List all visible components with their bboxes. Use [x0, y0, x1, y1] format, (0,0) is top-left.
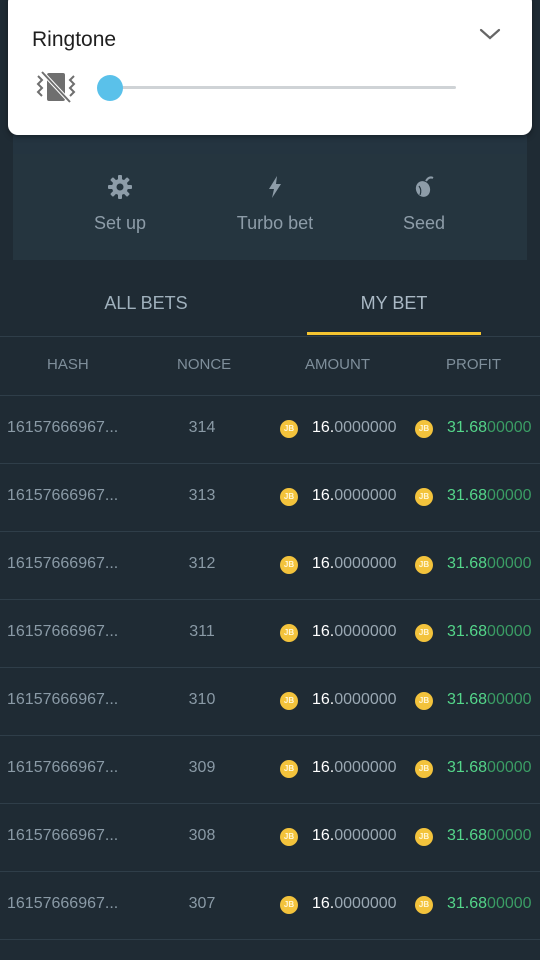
row-profit: 31.6800000 [447, 419, 532, 436]
table-row[interactable]: 16157666967... 308 JB 16.0000000 JB 31.6… [0, 804, 540, 872]
row-profit: 31.6800000 [447, 623, 532, 640]
table-row[interactable]: 16157666967... 307 JB 16.0000000 JB 31.6… [0, 872, 540, 940]
vibrate-mute-icon[interactable] [36, 70, 76, 104]
row-hash: 16157666967... [7, 555, 119, 572]
lightning-icon [269, 176, 281, 198]
row-nonce: 311 [189, 623, 215, 640]
row-hash: 16157666967... [7, 895, 119, 912]
row-profit: 31.6800000 [447, 691, 532, 708]
header-profit: PROFIT [446, 356, 501, 373]
table-row[interactable]: 16157666967... 309 JB 16.0000000 JB 31.6… [0, 736, 540, 804]
row-amount: 16.0000000 [312, 555, 397, 572]
row-nonce: 309 [188, 759, 216, 776]
coin-icon: JB [415, 624, 433, 642]
coin-icon: JB [415, 760, 433, 778]
turbo-bet-label: Turbo bet [236, 213, 314, 233]
table-row[interactable]: 16157666967... 313 JB 16.0000000 JB 31.6… [0, 464, 540, 532]
setup-button[interactable]: Set up [60, 154, 180, 260]
row-profit: 31.6800000 [447, 827, 532, 844]
row-amount: 16.0000000 [312, 487, 397, 504]
coin-icon: JB [280, 488, 298, 506]
chevron-down-icon[interactable] [478, 26, 502, 42]
row-nonce: 313 [188, 487, 216, 504]
volume-slider-track[interactable] [110, 86, 456, 89]
row-nonce: 310 [188, 691, 216, 708]
row-amount: 16.0000000 [312, 827, 397, 844]
table-row[interactable]: 16157666967... 312 JB 16.0000000 JB 31.6… [0, 532, 540, 600]
row-amount: 16.0000000 [312, 419, 397, 436]
row-nonce: 308 [188, 827, 216, 844]
row-hash: 16157666967... [7, 487, 119, 504]
bets-tabs: ALL BETS MY BET [0, 272, 540, 337]
coin-icon: JB [415, 488, 433, 506]
row-profit: 31.6800000 [447, 487, 532, 504]
row-nonce: 312 [188, 555, 216, 572]
row-amount: 16.0000000 [312, 623, 397, 640]
row-profit: 31.6800000 [447, 759, 532, 776]
coin-icon: JB [280, 760, 298, 778]
coin-icon: JB [280, 624, 298, 642]
row-amount: 16.0000000 [312, 895, 397, 912]
volume-slider-knob[interactable] [97, 75, 123, 101]
seed-icon [415, 176, 434, 197]
row-nonce: 307 [188, 895, 216, 912]
table-header: HASH NONCE AMOUNT PROFIT [0, 336, 540, 396]
gear-icon [108, 175, 132, 199]
row-hash: 16157666967... [7, 419, 119, 436]
table-row[interactable]: 16157666967... 310 JB 16.0000000 JB 31.6… [0, 668, 540, 736]
table-row[interactable]: 16157666967... 311 JB 16.0000000 JB 31.6… [0, 600, 540, 668]
row-hash: 16157666967... [7, 623, 119, 640]
actions-panel: Set up Turbo bet Seed [13, 154, 527, 260]
coin-icon: JB [415, 556, 433, 574]
header-nonce: NONCE [177, 356, 232, 373]
seed-button[interactable]: Seed [364, 154, 484, 260]
header-hash: HASH [47, 356, 89, 373]
coin-icon: JB [280, 692, 298, 710]
coin-icon: JB [415, 896, 433, 914]
coin-icon: JB [280, 896, 298, 914]
row-hash: 16157666967... [7, 691, 119, 708]
tab-all-bets[interactable]: ALL BETS [30, 272, 262, 336]
row-amount: 16.0000000 [312, 759, 397, 776]
header-amount: AMOUNT [305, 356, 370, 373]
coin-icon: JB [415, 692, 433, 710]
coin-icon: JB [280, 556, 298, 574]
volume-title: Ringtone [32, 28, 117, 51]
row-hash: 16157666967... [7, 827, 119, 844]
setup-label: Set up [93, 213, 147, 233]
row-profit: 31.6800000 [447, 895, 532, 912]
tab-my-bet[interactable]: MY BET [307, 272, 481, 336]
table-row[interactable]: 16157666967... 314 JB 16.0000000 JB 31.6… [0, 396, 540, 464]
seed-label: Seed [402, 213, 446, 233]
coin-icon: JB [280, 828, 298, 846]
active-tab-indicator [307, 332, 481, 335]
row-hash: 16157666967... [7, 759, 119, 776]
coin-icon: JB [415, 828, 433, 846]
row-profit: 31.6800000 [447, 555, 532, 572]
volume-panel: Ringtone [8, 0, 532, 135]
coin-icon: JB [415, 420, 433, 438]
row-nonce: 314 [188, 419, 216, 436]
row-amount: 16.0000000 [312, 691, 397, 708]
coin-icon: JB [280, 420, 298, 438]
turbo-bet-button[interactable]: Turbo bet [215, 154, 335, 260]
bets-list: 16157666967... 314 JB 16.0000000 JB 31.6… [0, 396, 540, 940]
